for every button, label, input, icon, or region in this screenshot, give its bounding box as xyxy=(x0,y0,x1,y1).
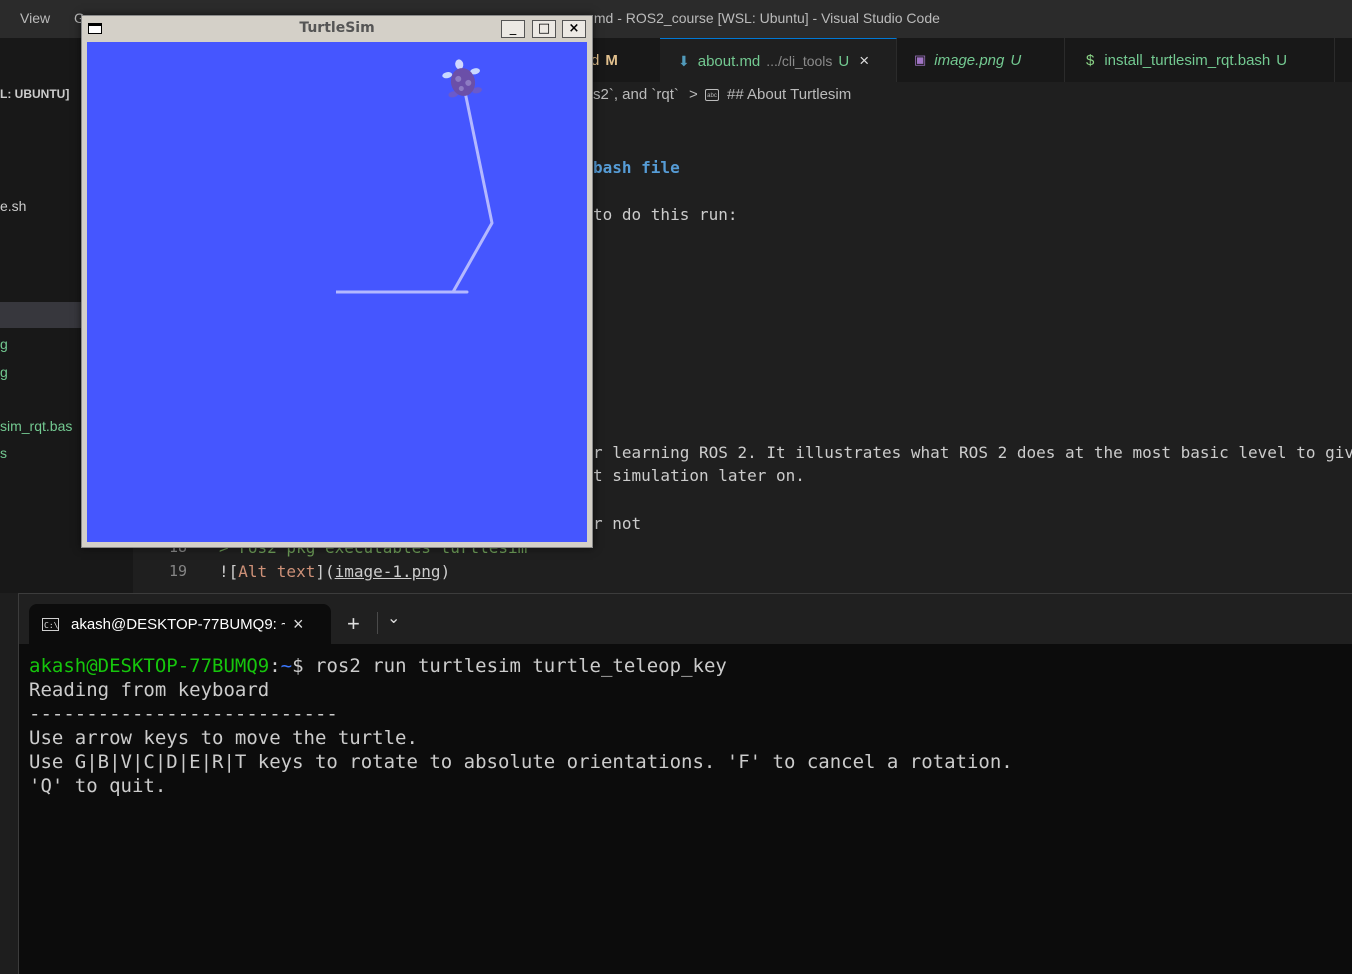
terminal-command: ros2 run turtlesim turtle_teleop_key xyxy=(303,655,727,677)
turtlesim-canvas xyxy=(87,42,587,542)
prompt-symbol: $ xyxy=(292,655,304,677)
windows-terminal[interactable]: C:\ akash@DESKTOP-77BUMQ9: ~ × + ⌄ akash… xyxy=(18,593,1352,974)
editor-tab-install-bash[interactable]: $ install_turtlesim_rqt.bash U xyxy=(1064,38,1335,82)
abc-symbol-icon: abc xyxy=(705,89,719,101)
tab-label: image.png xyxy=(934,51,1005,69)
tab-status: M xyxy=(605,51,618,69)
explorer-item[interactable]: s xyxy=(0,445,7,461)
divider xyxy=(377,612,378,634)
breadcrumb-separator: > xyxy=(689,86,698,103)
editor-text-line: to do this run: xyxy=(593,205,738,224)
editor-heading: bash file xyxy=(593,158,680,177)
explorer-item[interactable]: sim_rqt.bas xyxy=(0,418,72,434)
tab-status: U xyxy=(838,52,850,70)
bash-dollar-icon: $ xyxy=(1086,51,1095,69)
explorer-item[interactable]: g xyxy=(0,336,8,352)
explorer-item[interactable]: e.sh xyxy=(0,198,26,214)
turtlesim-titlebar[interactable]: TurtleSim _ □ × xyxy=(82,16,592,41)
terminal-prompt-line: akash@DESKTOP-77BUMQ9:~$ ros2 run turtle… xyxy=(29,654,1013,678)
prompt-user: akash@DESKTOP-77BUMQ9 xyxy=(29,655,270,677)
terminal-tabbar: C:\ akash@DESKTOP-77BUMQ9: ~ × + ⌄ xyxy=(19,594,1352,644)
minimize-button[interactable]: _ xyxy=(501,20,525,38)
breadcrumb-section[interactable]: ## About Turtlesim xyxy=(727,86,851,103)
markdown-download-icon: ⬇ xyxy=(678,52,690,69)
turtle-trail-drawing xyxy=(336,59,494,294)
tab-close-icon[interactable]: × xyxy=(859,51,869,71)
window-title: .md - ROS2_course [WSL: Ubuntu] - Visual… xyxy=(590,10,940,26)
explorer-item[interactable]: g xyxy=(0,364,8,380)
terminal-tab[interactable]: C:\ akash@DESKTOP-77BUMQ9: ~ × xyxy=(29,604,331,644)
markdown-image-link: ![Alt text](image-1.png) xyxy=(219,562,451,581)
editor-tab-about-md[interactable]: ⬇ about.md .../cli_tools U × xyxy=(660,38,897,83)
close-button[interactable]: × xyxy=(562,20,586,38)
editor-text-line: t simulation later on. xyxy=(593,466,805,485)
editor-text-line: r not xyxy=(593,514,642,533)
tab-path: .../cli_tools xyxy=(766,53,833,69)
menu-view[interactable]: View xyxy=(20,10,50,26)
turtlesim-window[interactable]: TurtleSim _ □ × xyxy=(81,15,593,548)
explorer-header[interactable]: L: UBUNTU] xyxy=(0,87,69,101)
terminal-output-line: Use G|B|V|C|D|E|R|T keys to rotate to ab… xyxy=(29,751,1013,773)
terminal-output-line: 'Q' to quit. xyxy=(29,775,167,797)
line-number: 19 xyxy=(168,562,187,580)
tab-status: U xyxy=(1276,51,1288,69)
turtle-pen-trail xyxy=(336,81,494,294)
tab-status: U xyxy=(1010,51,1022,69)
terminal-output-line: Use arrow keys to move the turtle. xyxy=(29,727,418,749)
close-icon[interactable]: × xyxy=(293,614,304,635)
editor-text-line: r learning ROS 2. It illustrates what RO… xyxy=(593,443,1352,462)
breadcrumb-segment[interactable]: s2`, and `rqt` xyxy=(593,86,679,103)
terminal-output-line: --------------------------- xyxy=(29,703,338,725)
new-tab-button[interactable]: + xyxy=(347,611,360,637)
editor-tab-image-png[interactable]: ▣ image.png U xyxy=(896,38,1065,82)
turtle-icon xyxy=(442,59,482,98)
prompt-path: ~ xyxy=(280,655,293,677)
chevron-down-icon[interactable]: ⌄ xyxy=(387,608,400,627)
image-icon: ▣ xyxy=(914,52,927,67)
tab-label: install_turtlesim_rqt.bash xyxy=(1104,51,1271,69)
prompt-colon: : xyxy=(269,655,281,677)
tab-label: about.md xyxy=(697,52,761,70)
terminal-tab-title: akash@DESKTOP-77BUMQ9: ~ xyxy=(71,615,285,633)
terminal-output-line: Reading from keyboard xyxy=(29,679,270,701)
terminal-output[interactable]: akash@DESKTOP-77BUMQ9:~$ ros2 run turtle… xyxy=(29,654,1013,798)
maximize-button[interactable]: □ xyxy=(532,20,556,38)
terminal-cmd-icon: C:\ xyxy=(42,617,59,631)
